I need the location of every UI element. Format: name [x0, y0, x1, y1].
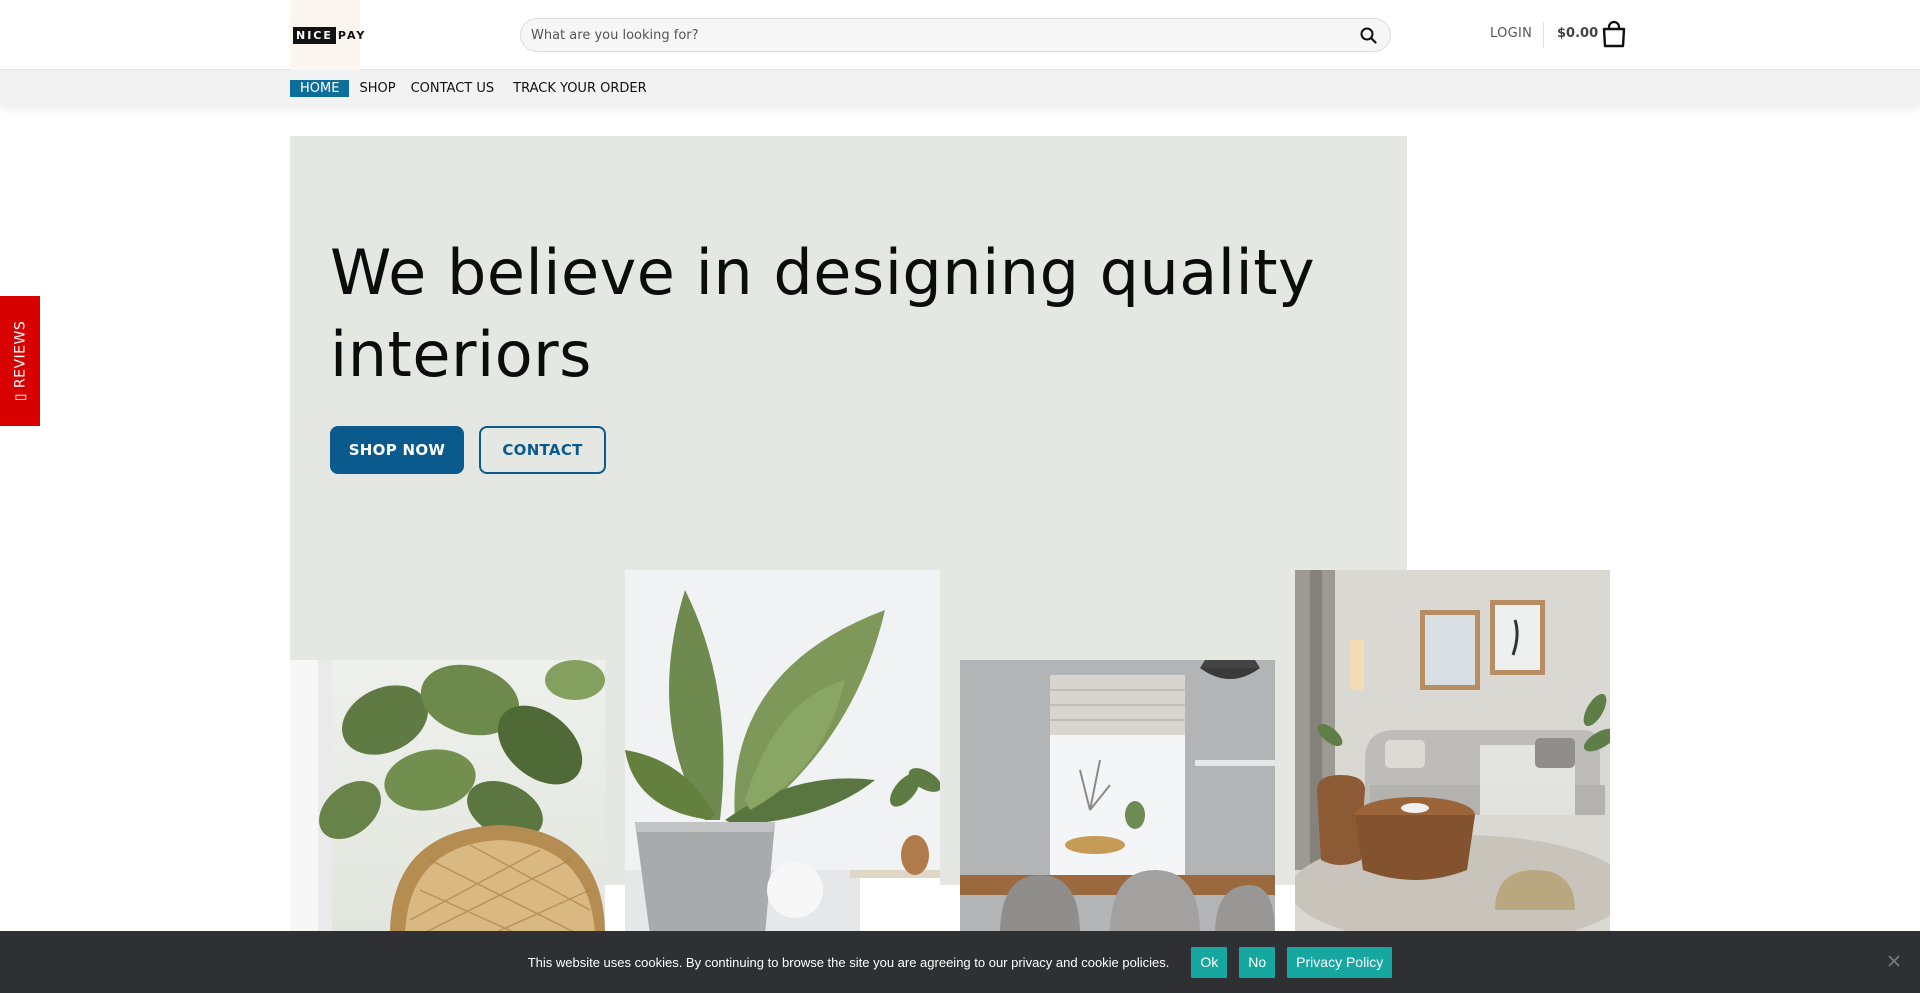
cookie-consent-bar: This website uses cookies. By continuing…: [0, 931, 1920, 993]
shopping-bag-icon[interactable]: [1602, 20, 1626, 48]
nav-item-home[interactable]: HOME: [290, 80, 350, 97]
search-bar: [520, 18, 1391, 52]
reviews-side-tab[interactable]: ▯ REVIEWS: [0, 296, 40, 426]
logo-text-pay: PAY: [337, 28, 367, 42]
nav-items: HOME SHOP CONTACT US TRACK YOUR ORDER: [290, 80, 666, 97]
shop-now-button[interactable]: SHOP NOW: [330, 426, 464, 474]
cart-total[interactable]: $0.00: [1557, 26, 1598, 41]
close-icon[interactable]: [1884, 951, 1904, 971]
hero-title-line-2: interiors: [330, 318, 592, 391]
reviews-label-text: REVIEWS: [12, 320, 29, 389]
cookie-no-button[interactable]: No: [1239, 946, 1276, 978]
hero-image-living-room: [1295, 570, 1610, 935]
contact-button[interactable]: CONTACT: [479, 426, 606, 474]
hero-title-line-1: We believe in designing quality: [330, 236, 1316, 309]
nav-item-shop[interactable]: SHOP: [359, 80, 395, 97]
main-nav: HOME SHOP CONTACT US TRACK YOUR ORDER: [0, 70, 1920, 107]
cookie-message: This website uses cookies. By continuing…: [527, 954, 1170, 970]
header-divider: [1543, 22, 1544, 48]
hero-image-dining-room: [960, 660, 1275, 935]
reviews-tab-label: ▯ REVIEWS: [12, 321, 28, 402]
login-link[interactable]: LOGIN: [1490, 26, 1532, 41]
cookie-ok-button[interactable]: Ok: [1191, 946, 1228, 978]
logo-text-nice: NICE: [293, 26, 336, 44]
search-icon[interactable]: [1358, 25, 1378, 45]
privacy-policy-button[interactable]: Privacy Policy: [1287, 946, 1393, 978]
nav-item-contact-us[interactable]: CONTACT US: [411, 80, 495, 97]
site-logo[interactable]: NICE PAY: [290, 0, 364, 70]
star-icon: ▯: [12, 388, 29, 402]
hero-image-potted-plant: [625, 570, 940, 935]
hero-image-plant-chair: [290, 660, 605, 935]
site-header: NICE PAY LOGIN $0.00: [0, 0, 1920, 70]
search-input[interactable]: [531, 27, 1358, 43]
nav-item-track-order[interactable]: TRACK YOUR ORDER: [513, 80, 647, 97]
hero-title: We believe in designing quality interior…: [330, 232, 1330, 396]
